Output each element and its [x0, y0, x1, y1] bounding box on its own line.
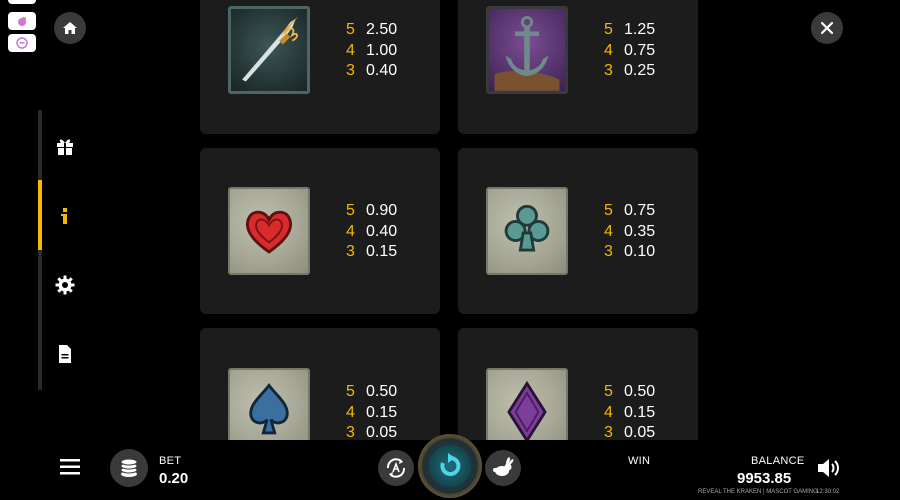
sound-icon[interactable]	[816, 456, 842, 480]
payout-count: 5	[604, 202, 613, 219]
payout-count: 4	[346, 41, 355, 59]
payout-count: 5	[346, 21, 355, 38]
payout-count: 5	[346, 383, 355, 400]
symbol-tile	[486, 187, 568, 275]
paytable-card: 5 2.50 4 1.00 3 0.40	[200, 0, 440, 134]
bet-selector-button[interactable]	[110, 449, 148, 487]
balance-value: 9953.85	[737, 470, 792, 487]
payout-row: 4 1.00	[346, 41, 397, 62]
clock-text: 12:30:02	[816, 489, 840, 495]
payout-row: 5 0.75	[604, 201, 655, 222]
spin-arrow-icon	[440, 453, 461, 476]
payout-value: 0.75	[624, 202, 656, 219]
payout-count: 4	[346, 222, 355, 240]
payout-value: 0.50	[366, 383, 398, 400]
payout-value: 0.05	[366, 424, 398, 440]
payout-row: 3 0.05	[604, 423, 655, 440]
payout-value: 0.75	[624, 41, 656, 59]
payout-value: 0.05	[624, 424, 656, 440]
diamond-icon	[507, 380, 547, 440]
paytable-card: 5 1.25 4 0.75 3 0.25	[458, 0, 698, 134]
payout-count: 3	[604, 62, 613, 79]
paytable-card: 5 0.75 4 0.35 3 0.10	[458, 148, 698, 314]
paytable-scroll-area[interactable]: 5 2.50 4 1.00 3 0.40 5 1.25 4 0.75 3 0.25	[0, 0, 900, 440]
payout-row: 5 0.90	[346, 201, 397, 222]
payout-count: 5	[604, 383, 613, 400]
bet-value: 0.20	[159, 470, 189, 487]
bet-label: BET	[159, 455, 182, 467]
payout-row: 3 0.25	[604, 61, 655, 82]
payout-value: 0.15	[366, 243, 398, 260]
payout-row: 4 0.35	[604, 222, 655, 243]
turbo-button[interactable]	[485, 450, 521, 486]
payout-row: 4 0.15	[346, 403, 397, 424]
payout-value: 1.00	[366, 41, 398, 59]
payout-row: 3 0.10	[604, 242, 655, 263]
payout-row: 4 0.15	[604, 403, 655, 424]
symbol-tile	[486, 6, 568, 94]
payout-count: 3	[604, 243, 613, 260]
payout-value: 0.35	[624, 222, 656, 240]
payout-row: 4 0.75	[604, 41, 655, 62]
paytable-card: 5 0.50 4 0.15 3 0.05	[458, 328, 698, 440]
payout-row: 4 0.40	[346, 222, 397, 243]
spin-button[interactable]	[418, 434, 482, 498]
payout-row: 5 0.50	[604, 382, 655, 403]
payout-value: 0.90	[366, 202, 398, 219]
payout-value: 0.25	[624, 62, 656, 79]
autoplay-icon	[386, 458, 406, 478]
payout-row: 5 0.50	[346, 382, 397, 403]
payout-count: 4	[604, 41, 613, 59]
payout-row: 3 0.40	[346, 61, 397, 82]
heart-icon	[246, 210, 292, 254]
symbol-tile	[228, 6, 310, 94]
payout-value: 0.40	[366, 222, 398, 240]
payout-value: 0.15	[366, 403, 398, 421]
payout-value: 2.50	[366, 21, 398, 38]
paytable-card: 5 0.90 4 0.40 3 0.15	[200, 148, 440, 314]
payout-count: 3	[346, 243, 355, 260]
autoplay-button[interactable]	[378, 450, 414, 486]
symbol-tile	[228, 368, 310, 440]
win-label: WIN	[628, 455, 651, 467]
spin-button-core	[429, 445, 471, 487]
spade-icon	[249, 382, 289, 435]
game-provider-text: REVEAL THE KRAKEN | MASCOT GAMING	[698, 489, 818, 495]
paytable-card: 5 0.50 4 0.15 3 0.05	[200, 328, 440, 440]
payout-value: 0.10	[624, 243, 656, 260]
sword-icon	[242, 16, 298, 82]
payout-count: 4	[604, 403, 613, 421]
payout-count: 4	[604, 222, 613, 240]
payout-row: 3 0.15	[346, 242, 397, 263]
rabbit-icon	[493, 457, 514, 476]
payout-row: 5 1.25	[604, 20, 655, 41]
payout-row: 3 0.05	[346, 423, 397, 440]
menu-icon[interactable]	[60, 459, 80, 475]
payout-count: 3	[604, 424, 613, 440]
symbol-tile	[228, 187, 310, 275]
anchor-icon	[494, 16, 560, 91]
payout-count: 5	[604, 21, 613, 38]
payout-count: 3	[346, 62, 355, 79]
payout-value: 0.15	[624, 403, 656, 421]
payout-value: 0.40	[366, 62, 398, 79]
payout-count: 3	[346, 424, 355, 440]
payout-count: 5	[346, 202, 355, 219]
symbol-tile	[486, 368, 568, 440]
club-icon	[504, 204, 550, 252]
payout-count: 4	[346, 403, 355, 421]
payout-value: 1.25	[624, 21, 656, 38]
coins-icon	[120, 458, 138, 477]
payout-row: 5 2.50	[346, 20, 397, 41]
balance-label: BALANCE	[751, 455, 805, 467]
payout-value: 0.50	[624, 383, 656, 400]
